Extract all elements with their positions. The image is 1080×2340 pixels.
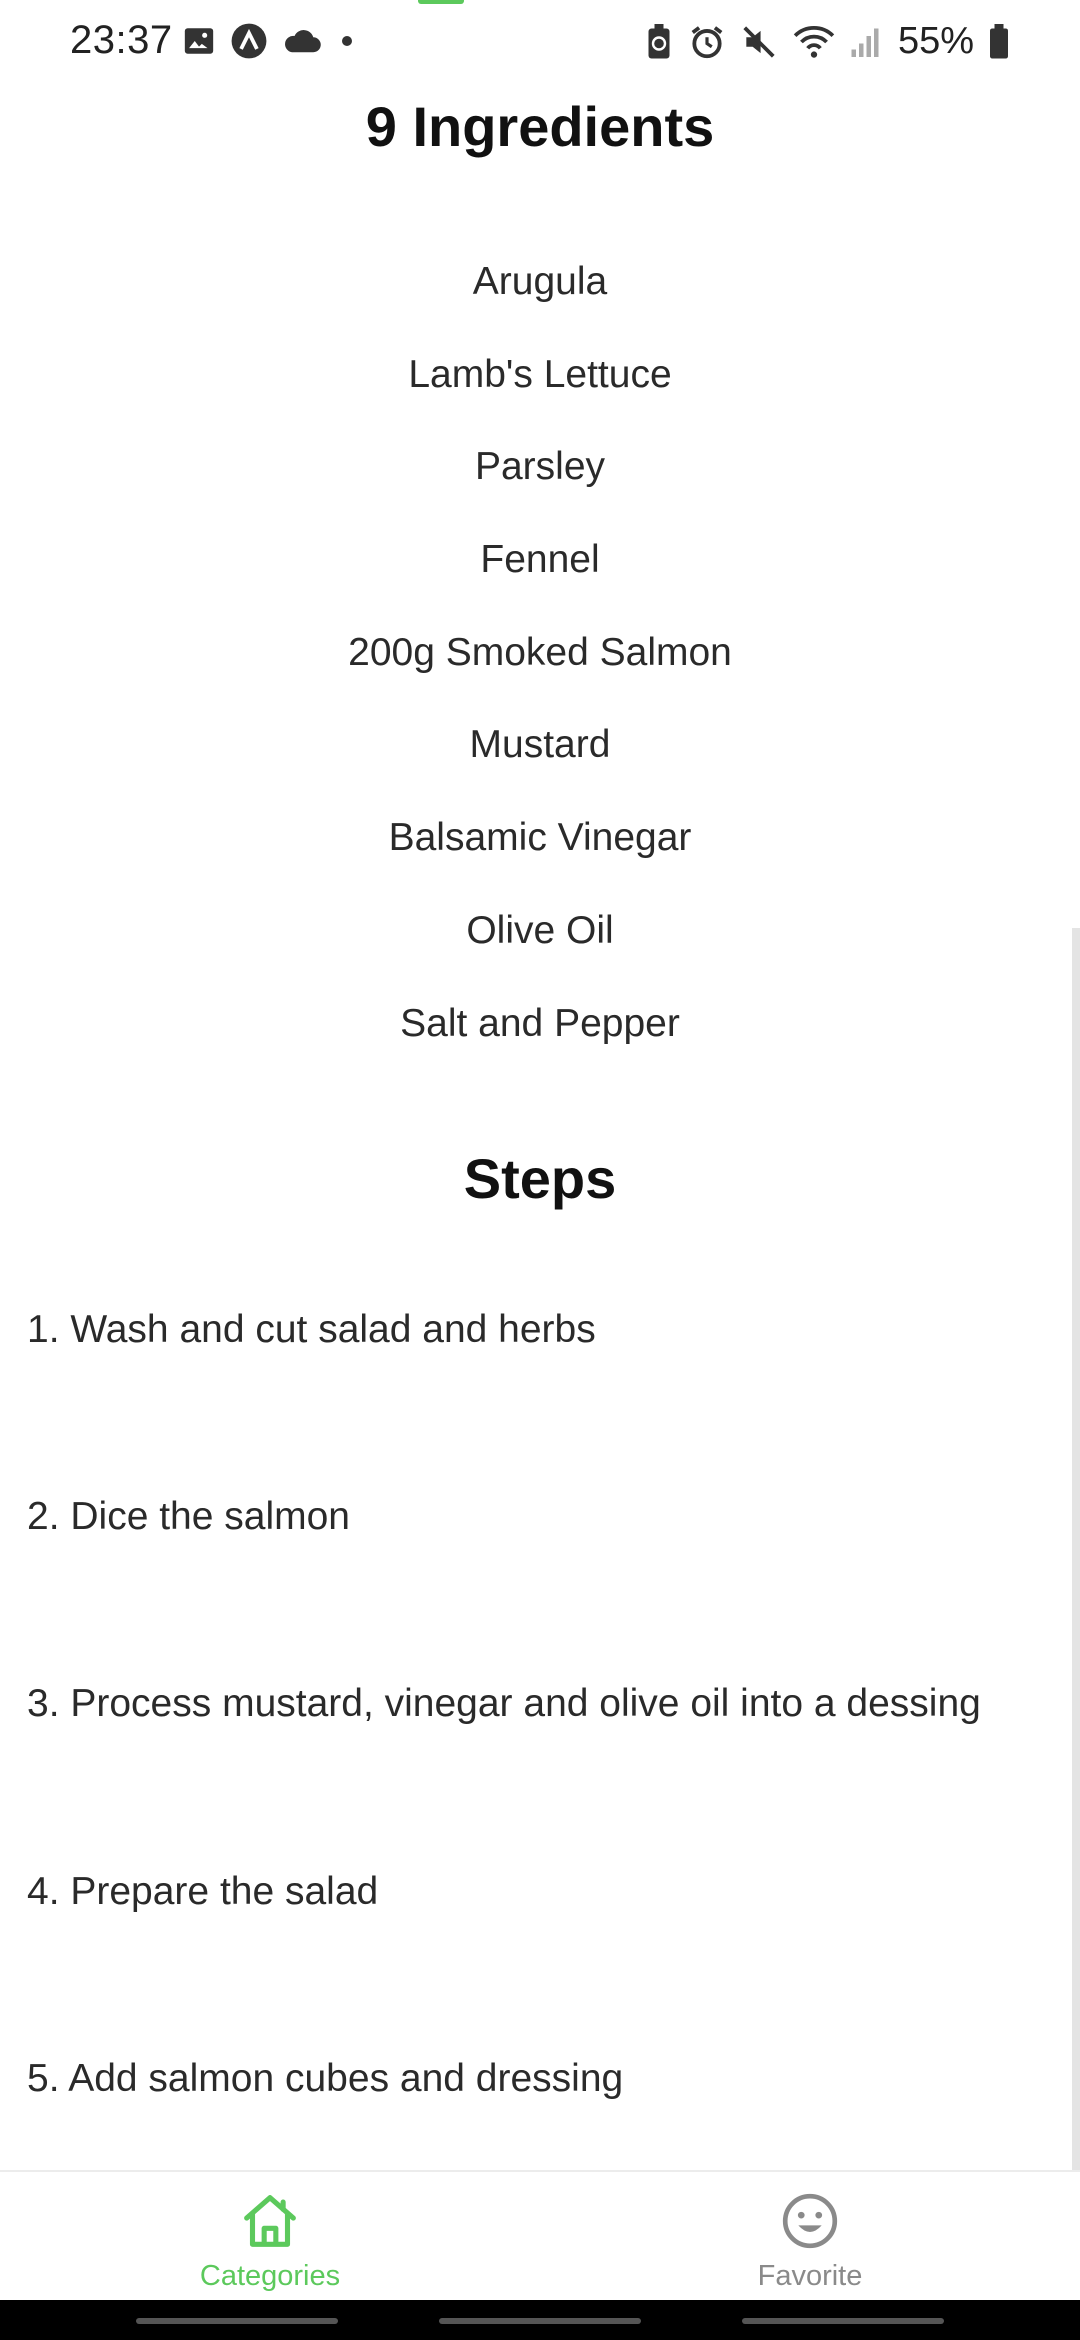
step-item: 5. Add salmon cubes and dressing — [27, 2056, 624, 2100]
ingredient-item: Fennel — [480, 538, 600, 582]
ingredient-list: Arugula Lamb's Lettuce Parsley Fennel 20… — [0, 236, 1080, 1070]
step-list: 1. Wash and cut salad and herbs 2. Dice … — [0, 1236, 1070, 2170]
back-gesture-handle[interactable] — [742, 2318, 944, 2324]
step-item: 3. Process mustard, vinegar and olive oi… — [27, 1682, 981, 1726]
cloud-icon — [285, 30, 321, 53]
status-left-icons — [182, 22, 358, 60]
ingredient-item: Arugula — [472, 260, 608, 303]
status-right-icons: 55% — [644, 20, 1010, 63]
tab-categories-label: Categories — [199, 2260, 341, 2292]
system-navigation-bar — [0, 2300, 1080, 2340]
recents-gesture-handle[interactable] — [136, 2318, 338, 2324]
steps-title: Steps — [463, 1147, 617, 1210]
scrollbar[interactable] — [1072, 928, 1080, 2170]
status-time: 23:37 — [70, 18, 173, 62]
ingredients-title: 9 Ingredients — [365, 95, 715, 158]
tab-favorite-label: Favorite — [757, 2260, 863, 2292]
alarm-icon — [691, 25, 723, 58]
ingredient-item: Salt and Pepper — [400, 1001, 680, 1045]
screen: 23:37 55% 9 Ingredients Arugula Lamb's L… — [0, 0, 1080, 2340]
ingredient-item: Lamb's Lettuce — [408, 352, 672, 396]
bottom-navigation: Categories Favorite — [0, 2170, 1080, 2300]
step-item: 1. Wash and cut salad and herbs — [27, 1307, 596, 1351]
tab-categories[interactable]: Categories — [0, 2172, 540, 2302]
signal-icon — [851, 28, 879, 57]
dot-icon — [342, 36, 352, 46]
ingredient-item: Mustard — [469, 723, 611, 767]
battery-icon — [990, 23, 1008, 58]
gallery-icon — [184, 28, 214, 54]
app-a-icon — [231, 23, 267, 59]
ingredient-item: Balsamic Vinegar — [388, 816, 692, 860]
step-item: 2. Dice the salmon — [27, 1494, 350, 1538]
home-icon — [244, 2195, 296, 2247]
mute-icon — [743, 25, 775, 58]
tab-favorite[interactable]: Favorite — [540, 2172, 1080, 2302]
battery-percent: 55% — [897, 20, 974, 62]
step-item: 4. Prepare the salad — [27, 1869, 379, 1913]
ingredient-item: Parsley — [474, 445, 606, 489]
status-bar: 23:37 55% — [0, 0, 1080, 86]
top-accent-indicator — [418, 0, 464, 4]
home-gesture-handle[interactable] — [439, 2318, 641, 2324]
smiley-icon — [782, 2193, 838, 2249]
recipe-content[interactable]: 9 Ingredients Arugula Lamb's Lettuce Par… — [0, 86, 1080, 2170]
battery-saver-icon — [648, 23, 670, 58]
wifi-icon — [793, 25, 835, 58]
ingredient-item: Olive Oil — [466, 908, 614, 952]
ingredient-item: 200g Smoked Salmon — [348, 630, 732, 674]
